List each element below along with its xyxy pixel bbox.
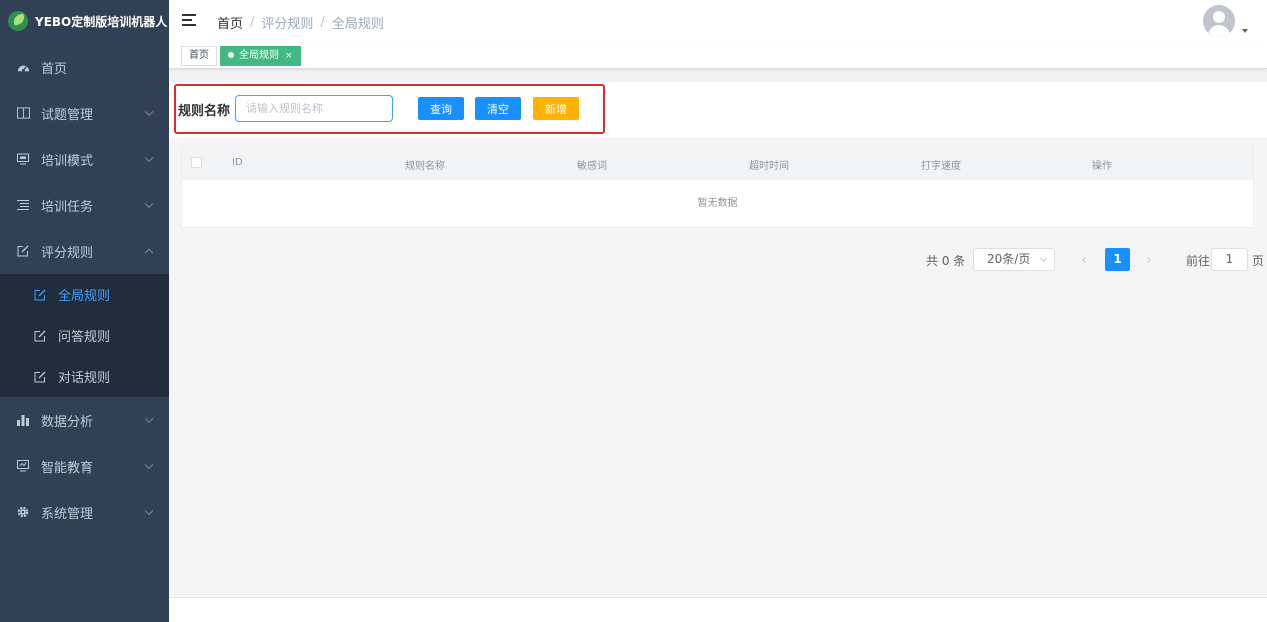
select-all-checkbox[interactable] [191,157,202,168]
pagination-total: 共 0 条 [926,254,966,268]
column-header-id[interactable]: ID [232,157,243,168]
breadcrumb-global-rules: 全局规则 [331,17,384,32]
column-header-rule-name[interactable]: 规则名称 [405,157,445,172]
sidebar-item-training-mode[interactable]: 培训模式 [0,136,169,182]
navbar: 首页 / 评分规则 / 全局规则 [169,0,1267,43]
sidebar: YEBO定制版培训机器人 首页 试题管理 培训模式 培训任务 评分规则 全局规则… [0,0,169,622]
page-size-value: 20条/页 [987,252,1031,266]
sidebar-subitem-label: 全局规则 [58,289,111,304]
sidebar-item-label: 评分规则 [41,245,94,261]
chevron-down-icon [144,199,154,209]
sidebar-subitem-qa-rules[interactable]: 问答规则 [0,315,169,356]
page-suffix-label: 页 [1252,254,1265,268]
logo[interactable]: YEBO定制版培训机器人 [0,0,169,42]
chevron-down-icon [144,107,154,117]
sidebar-subitem-dialog-rules[interactable]: 对话规则 [0,356,169,397]
sidebar-item-label: 试题管理 [41,107,94,123]
gear-icon [16,505,30,519]
sidebar-subitem-global-rules[interactable]: 全局规则 [0,274,169,315]
column-header-timeout[interactable]: 超时时间 [749,157,789,172]
page-size-select[interactable]: 20条/页 [973,248,1055,271]
sidebar-item-questions[interactable]: 试题管理 [0,90,169,136]
chart-icon [16,413,30,427]
breadcrumb-home[interactable]: 首页 [217,13,243,32]
edit-icon [33,329,46,342]
breadcrumb-separator: / [320,15,325,30]
sidebar-item-home[interactable]: 首页 [0,44,169,90]
chevron-down-icon [1039,254,1048,263]
goto-label: 前往 [1186,254,1211,268]
rules-table: ID 规则名称 敏感词 超时时间 打字速度 操作 暂无数据 [181,145,1254,228]
sidebar-item-data-analysis[interactable]: 数据分析 [0,397,169,443]
active-dot-icon [228,52,234,58]
rule-name-input[interactable] [235,95,393,122]
footer [169,597,1267,622]
tag-home[interactable]: 首页 [181,46,217,66]
tag-label: 首页 [189,50,209,61]
query-button[interactable]: 查询 [418,97,464,120]
caret-down-icon[interactable] [1242,29,1248,33]
sidebar-subitem-label: 问答规则 [58,330,111,345]
logo-leaf-icon [8,11,28,31]
column-header-sensitive-words[interactable]: 敏感词 [577,157,607,172]
app-title: YEBO定制版培训机器人 [35,14,168,29]
table-header: ID 规则名称 敏感词 超时时间 打字速度 操作 [182,146,1253,180]
sidebar-item-label: 首页 [41,61,68,77]
tags-view: 首页 全局规则 × [169,43,1267,69]
breadcrumb: 首页 / 评分规则 / 全局规则 [217,13,384,32]
app-root: YEBO定制版培训机器人 首页 试题管理 培训模式 培训任务 评分规则 全局规则… [0,0,1267,622]
book-icon [16,106,30,120]
sidebar-item-system-management[interactable]: 系统管理 [0,489,169,535]
education-icon [16,459,30,473]
sidebar-subitem-label: 对话规则 [58,371,111,386]
goto-page-input[interactable]: 1 [1211,248,1248,271]
prev-page-button[interactable]: ‹ [1073,249,1095,271]
tag-global-rules[interactable]: 全局规则 × [220,46,301,66]
sidebar-item-scoring-rules[interactable]: 评分规则 [0,228,169,274]
column-header-actions[interactable]: 操作 [1092,157,1112,172]
sidebar-item-label: 培训任务 [41,199,94,215]
dashboard-icon [16,60,30,74]
sidebar-item-label: 培训模式 [41,153,94,169]
rule-name-label: 规则名称 [178,104,231,119]
chevron-down-icon [144,414,154,424]
chevron-up-icon [144,248,154,258]
add-button[interactable]: 新增 [533,97,579,120]
list-icon [16,198,30,212]
edit-icon [33,288,46,301]
scoring-rules-submenu: 全局规则 问答规则 对话规则 [0,274,169,397]
tag-label: 全局规则 [239,50,279,61]
sidebar-item-label: 系统管理 [41,506,94,522]
next-page-button[interactable]: › [1138,249,1160,271]
chevron-down-icon [144,506,154,516]
sidebar-item-label: 智能教育 [41,460,94,476]
chevron-down-icon [144,460,154,470]
edit-icon [33,370,46,383]
page-number-button[interactable]: 1 [1105,248,1130,271]
sidebar-item-training-tasks[interactable]: 培训任务 [0,182,169,228]
monitor-icon [16,152,30,166]
hamburger-menu-icon[interactable] [182,14,196,26]
breadcrumb-scoring-rules: 评分规则 [261,17,314,32]
breadcrumb-separator: / [250,15,255,30]
chevron-down-icon [144,153,154,163]
empty-state-text: 暂无数据 [697,198,738,209]
close-icon[interactable]: × [285,51,293,61]
sidebar-item-smart-education[interactable]: 智能教育 [0,443,169,489]
edit-icon [16,244,30,258]
user-avatar[interactable] [1203,5,1235,37]
sidebar-item-label: 数据分析 [41,414,94,430]
clear-button[interactable]: 清空 [475,97,521,120]
column-header-typing-speed[interactable]: 打字速度 [921,157,961,172]
